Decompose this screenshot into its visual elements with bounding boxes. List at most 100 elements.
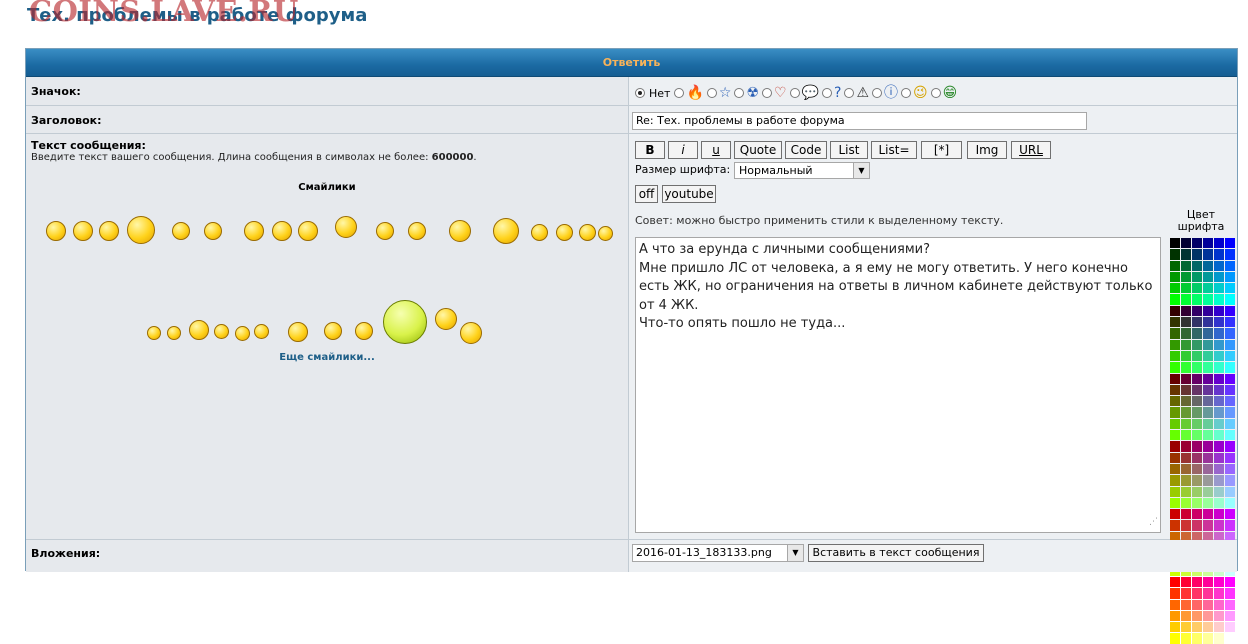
palette-swatch[interactable] bbox=[1181, 486, 1191, 497]
palette-swatch[interactable] bbox=[1203, 430, 1213, 441]
palette-swatch[interactable] bbox=[1192, 509, 1202, 520]
palette-swatch[interactable] bbox=[1181, 497, 1191, 509]
palette-swatch[interactable] bbox=[1181, 305, 1191, 317]
smiley-icon[interactable] bbox=[298, 221, 318, 241]
palette-swatch[interactable] bbox=[1181, 610, 1191, 622]
heart-icon[interactable]: ♡ bbox=[774, 85, 787, 101]
palette-swatch[interactable] bbox=[1203, 486, 1213, 497]
more-smilies-link[interactable]: Еще смайлики... bbox=[26, 352, 628, 363]
palette-swatch[interactable] bbox=[1192, 622, 1202, 633]
palette-swatch[interactable] bbox=[1170, 249, 1180, 260]
icon-radio[interactable] bbox=[762, 88, 773, 98]
speech-bubble-icon[interactable]: 💬 bbox=[802, 85, 819, 101]
palette-swatch[interactable] bbox=[1214, 249, 1224, 260]
icon-radio[interactable] bbox=[706, 88, 717, 98]
icon-radio[interactable] bbox=[734, 88, 745, 98]
palette-swatch[interactable] bbox=[1192, 294, 1202, 305]
palette-swatch[interactable] bbox=[1170, 486, 1180, 497]
palette-swatch[interactable] bbox=[1170, 305, 1180, 317]
palette-swatch[interactable] bbox=[1225, 486, 1235, 497]
palette-swatch[interactable] bbox=[1225, 418, 1235, 430]
palette-swatch[interactable] bbox=[1170, 407, 1180, 418]
palette-swatch[interactable] bbox=[1181, 260, 1191, 271]
palette-swatch[interactable] bbox=[1170, 238, 1180, 249]
palette-swatch[interactable] bbox=[1214, 463, 1224, 475]
palette-swatch[interactable] bbox=[1225, 497, 1235, 509]
palette-swatch[interactable] bbox=[1192, 305, 1202, 317]
icon-radio[interactable] bbox=[822, 88, 833, 98]
palette-swatch[interactable] bbox=[1214, 238, 1224, 249]
smiley-icon[interactable] bbox=[272, 221, 292, 241]
palette-swatch[interactable] bbox=[1214, 576, 1224, 588]
warning-icon[interactable]: ⚠ bbox=[856, 85, 869, 101]
palette-swatch[interactable] bbox=[1192, 238, 1202, 249]
youtube-button[interactable]: youtube bbox=[662, 185, 716, 203]
palette-swatch[interactable] bbox=[1181, 452, 1191, 463]
palette-swatch[interactable] bbox=[1225, 373, 1235, 384]
radioactive-icon[interactable]: ☢ bbox=[746, 85, 759, 101]
palette-swatch[interactable] bbox=[1214, 294, 1224, 305]
palette-swatch[interactable] bbox=[1192, 520, 1202, 531]
palette-swatch[interactable] bbox=[1225, 396, 1235, 407]
underline-button[interactable]: u bbox=[701, 141, 731, 159]
smiley-icon[interactable] bbox=[335, 216, 357, 238]
palette-swatch[interactable] bbox=[1225, 362, 1235, 373]
palette-swatch[interactable] bbox=[1192, 362, 1202, 373]
palette-swatch[interactable] bbox=[1203, 305, 1213, 317]
palette-swatch[interactable] bbox=[1225, 475, 1235, 486]
palette-swatch[interactable] bbox=[1203, 452, 1213, 463]
attachment-select[interactable]: 2016-01-13_183133.png ▼ bbox=[632, 544, 804, 562]
palette-swatch[interactable] bbox=[1214, 384, 1224, 396]
icon-radio[interactable] bbox=[872, 88, 883, 98]
palette-swatch[interactable] bbox=[1170, 271, 1180, 283]
palette-swatch[interactable] bbox=[1203, 317, 1213, 328]
palette-swatch[interactable] bbox=[1203, 633, 1213, 644]
smiley-icon[interactable] bbox=[235, 326, 250, 341]
palette-swatch[interactable] bbox=[1214, 317, 1224, 328]
palette-swatch[interactable] bbox=[1181, 362, 1191, 373]
palette-swatch[interactable] bbox=[1214, 633, 1224, 644]
off-button[interactable]: off bbox=[635, 185, 658, 203]
palette-swatch[interactable] bbox=[1225, 260, 1235, 271]
insert-attachment-button[interactable]: Вставить в текст сообщения bbox=[808, 544, 984, 562]
smiley-icon[interactable] bbox=[189, 320, 209, 340]
palette-swatch[interactable] bbox=[1192, 418, 1202, 430]
palette-swatch[interactable] bbox=[1170, 452, 1180, 463]
palette-swatch[interactable] bbox=[1203, 463, 1213, 475]
smiley-icon[interactable] bbox=[244, 221, 264, 241]
smiley-icon[interactable] bbox=[46, 221, 66, 241]
italic-button[interactable]: i bbox=[668, 141, 698, 159]
smiley-icon[interactable] bbox=[460, 322, 482, 344]
palette-swatch[interactable] bbox=[1192, 339, 1202, 350]
palette-swatch[interactable] bbox=[1214, 599, 1224, 610]
palette-swatch[interactable] bbox=[1214, 475, 1224, 486]
palette-swatch[interactable] bbox=[1203, 588, 1213, 599]
icon-radio-none[interactable] bbox=[635, 88, 645, 98]
smiley-icon[interactable] bbox=[435, 308, 457, 330]
palette-swatch[interactable] bbox=[1214, 350, 1224, 362]
palette-swatch[interactable] bbox=[1181, 294, 1191, 305]
wink-smiley-icon[interactable]: 😉 bbox=[913, 85, 928, 101]
palette-swatch[interactable] bbox=[1214, 520, 1224, 531]
palette-swatch[interactable] bbox=[1225, 317, 1235, 328]
smiley-icon[interactable] bbox=[355, 322, 373, 340]
smiley-icon[interactable] bbox=[254, 324, 269, 339]
palette-swatch[interactable] bbox=[1170, 588, 1180, 599]
palette-swatch[interactable] bbox=[1225, 407, 1235, 418]
palette-swatch[interactable] bbox=[1192, 396, 1202, 407]
palette-swatch[interactable] bbox=[1203, 271, 1213, 283]
palette-swatch[interactable] bbox=[1170, 622, 1180, 633]
palette-swatch[interactable] bbox=[1170, 294, 1180, 305]
palette-swatch[interactable] bbox=[1181, 509, 1191, 520]
img-button[interactable]: Img bbox=[967, 141, 1007, 159]
palette-swatch[interactable] bbox=[1214, 396, 1224, 407]
palette-swatch[interactable] bbox=[1170, 441, 1180, 452]
palette-swatch[interactable] bbox=[1225, 509, 1235, 520]
palette-swatch[interactable] bbox=[1203, 238, 1213, 249]
palette-swatch[interactable] bbox=[1225, 283, 1235, 294]
palette-swatch[interactable] bbox=[1214, 588, 1224, 599]
page-title[interactable]: Тех. проблемы в работе форума bbox=[27, 5, 367, 26]
chevron-down-icon[interactable]: ▼ bbox=[787, 545, 803, 561]
palette-swatch[interactable] bbox=[1225, 452, 1235, 463]
palette-swatch[interactable] bbox=[1170, 610, 1180, 622]
